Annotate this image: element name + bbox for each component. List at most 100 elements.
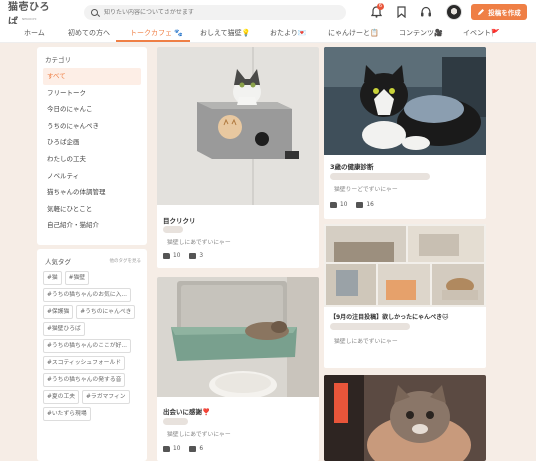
headset-icon: [421, 6, 431, 17]
post-card[interactable]: 【9月の注目投稿】欲しかったにゃんぺき🐱 猫壁しにあでずいにゃー: [324, 224, 486, 368]
blurred-username: [330, 323, 410, 330]
blurred-username: [163, 226, 183, 233]
bookmark-button[interactable]: [394, 5, 408, 19]
like-icon[interactable]: [163, 446, 170, 452]
bookmark-icon: [396, 6, 406, 18]
nav-letters-label: おたより: [270, 29, 298, 37]
search-icon: [91, 9, 98, 16]
nav-contents[interactable]: コンテンツ🎥: [399, 28, 443, 38]
cat-emoji-icon: 🐾: [172, 29, 183, 37]
post-card[interactable]: [324, 375, 486, 461]
category-free-talk[interactable]: フリートーク: [43, 85, 141, 102]
search-bar[interactable]: [84, 5, 346, 20]
top-header: 猫壱ひろば NEKOICHI 6 投稿を作成: [0, 0, 536, 28]
category-health[interactable]: 猫ちゃんの体調管理: [43, 184, 141, 201]
nav-contents-label: コンテンツ: [399, 29, 434, 37]
site-logo[interactable]: 猫壱ひろば NEKOICHI: [8, 2, 60, 28]
like-count: 10: [340, 202, 348, 208]
tags-title: 人気タグ: [45, 258, 71, 266]
create-post-label: 投稿を作成: [488, 9, 521, 17]
nav-talk-cafe-label: トークカフェ: [130, 29, 172, 37]
active-tab-indicator: [116, 40, 190, 42]
nav-events[interactable]: イベント🚩: [463, 28, 500, 38]
nav-survey[interactable]: にゃんけーと📋: [328, 28, 379, 38]
comment-count: 16: [366, 202, 374, 208]
post-stats: 10 16: [330, 202, 374, 208]
post-stats: 10 3: [163, 253, 203, 259]
tag-chip[interactable]: #うちの猫ちゃんのここが好...: [43, 339, 131, 353]
comment-icon[interactable]: [189, 253, 197, 259]
blurred-username: [163, 418, 188, 425]
create-post-button[interactable]: 投稿を作成: [471, 4, 527, 20]
tag-chip[interactable]: #うちの猫ちゃんの発する音: [43, 373, 126, 387]
nav-home[interactable]: ホーム: [24, 28, 45, 38]
comment-count: 3: [199, 253, 204, 259]
nav-beginners[interactable]: 初めての方へ: [68, 28, 110, 38]
post-title: 【9月の注目投稿】欲しかったにゃんぺき🐱: [330, 314, 449, 321]
tag-chip[interactable]: #猫壁ひろば: [43, 322, 85, 336]
post-description: 猫壁しにあでずいにゃー: [334, 339, 398, 345]
tag-chip[interactable]: #スコティッシュフォールド: [43, 356, 126, 370]
category-title: カテゴリ: [45, 56, 71, 64]
post-description: 猫壁しにあでずいにゃー: [167, 240, 231, 246]
search-input[interactable]: [104, 9, 324, 16]
comment-count: 6: [199, 446, 204, 452]
notification-badge: 6: [377, 3, 384, 10]
nav-survey-label: にゃんけーと: [328, 29, 370, 37]
more-tags-link[interactable]: 他のタグを見る: [110, 258, 142, 264]
nav-events-label: イベント: [463, 29, 491, 37]
category-panel: カテゴリ すべて フリートーク 今日のにゃんこ うちのにゃんぺき ひろば企画 わ…: [37, 47, 147, 245]
post-title: 出会いに感謝❣️: [163, 408, 211, 416]
tag-chip[interactable]: #猫: [43, 271, 62, 285]
post-description: 猫壁りーどでずいにゃー: [334, 187, 398, 193]
tag-chip[interactable]: #保護猫: [43, 305, 74, 319]
flag-icon: 🚩: [491, 29, 500, 37]
like-count: 10: [173, 253, 181, 259]
category-my-tips[interactable]: わたしの工夫: [43, 151, 141, 168]
post-photo-collage: [324, 224, 486, 307]
category-introductions[interactable]: 自己紹介・猫紹介: [43, 217, 141, 234]
pencil-icon: [478, 9, 485, 15]
blurred-username: [330, 173, 430, 180]
post-description: 猫壁しにあでずいにゃー: [167, 432, 231, 438]
like-icon[interactable]: [163, 253, 170, 259]
post-title: 目クリクリ: [163, 217, 196, 225]
support-button[interactable]: [419, 5, 433, 19]
category-novelty[interactable]: ノベルティ: [43, 168, 141, 185]
category-my-nyanpeki[interactable]: うちのにゃんぺき: [43, 118, 141, 135]
main-nav: ホーム 初めての方へ トークカフェ 🐾 おしえて猫壁💡 おたより💌 にゃんけーと…: [0, 24, 536, 43]
category-casual[interactable]: 気軽にひとこと: [43, 201, 141, 218]
post-card[interactable]: 出会いに感謝❣️ 猫壁しにあでずいにゃー 10 6: [157, 277, 319, 461]
nav-talk-cafe[interactable]: トークカフェ 🐾: [130, 28, 183, 38]
category-today-cat[interactable]: 今日のにゃんこ: [43, 101, 141, 118]
popular-tags-panel: 人気タグ 他のタグを見る #猫 #猫壁 #うちの猫ちゃんのお気に入... #保護…: [37, 249, 147, 461]
nav-ask-nekokabe[interactable]: おしえて猫壁💡: [200, 28, 250, 38]
lightbulb-icon: 💡: [241, 29, 251, 37]
tag-chip[interactable]: #いたずら現場: [43, 407, 91, 421]
envelope-icon: 💌: [297, 29, 307, 37]
post-card[interactable]: 目クリクリ 猫壁しにあでずいにゃー 10 3: [157, 47, 319, 268]
category-hiroba-project[interactable]: ひろば企画: [43, 134, 141, 151]
comment-icon[interactable]: [356, 202, 364, 208]
tag-chip[interactable]: #猫壁: [64, 271, 90, 285]
nav-ask-label: おしえて猫壁: [200, 29, 242, 37]
comment-icon[interactable]: [189, 446, 197, 452]
logo-subtext: NEKOICHI: [22, 17, 37, 21]
post-photo: [157, 277, 319, 397]
nav-letters[interactable]: おたより💌: [270, 28, 307, 38]
like-icon[interactable]: [330, 202, 337, 208]
camera-icon: 🎥: [434, 29, 443, 37]
post-photo: [324, 47, 486, 155]
tag-chip[interactable]: #うちの猫ちゃんのお気に入...: [43, 288, 131, 302]
post-card[interactable]: 3歳の健康診断 猫壁りーどでずいにゃー 10 16: [324, 47, 486, 219]
tag-chip[interactable]: #夏の工夫: [43, 390, 80, 404]
tag-chip[interactable]: #うちのにゃんぺき: [76, 305, 136, 319]
notification-button[interactable]: 6: [369, 3, 384, 19]
post-photo: [157, 47, 319, 205]
post-title: 3歳の健康診断: [330, 163, 374, 171]
user-avatar[interactable]: [446, 4, 462, 20]
post-stats: 10 6: [163, 446, 203, 452]
category-all[interactable]: すべて: [43, 68, 141, 85]
tag-chip[interactable]: #ラガマフィン: [82, 390, 130, 404]
post-photo: [324, 375, 486, 461]
